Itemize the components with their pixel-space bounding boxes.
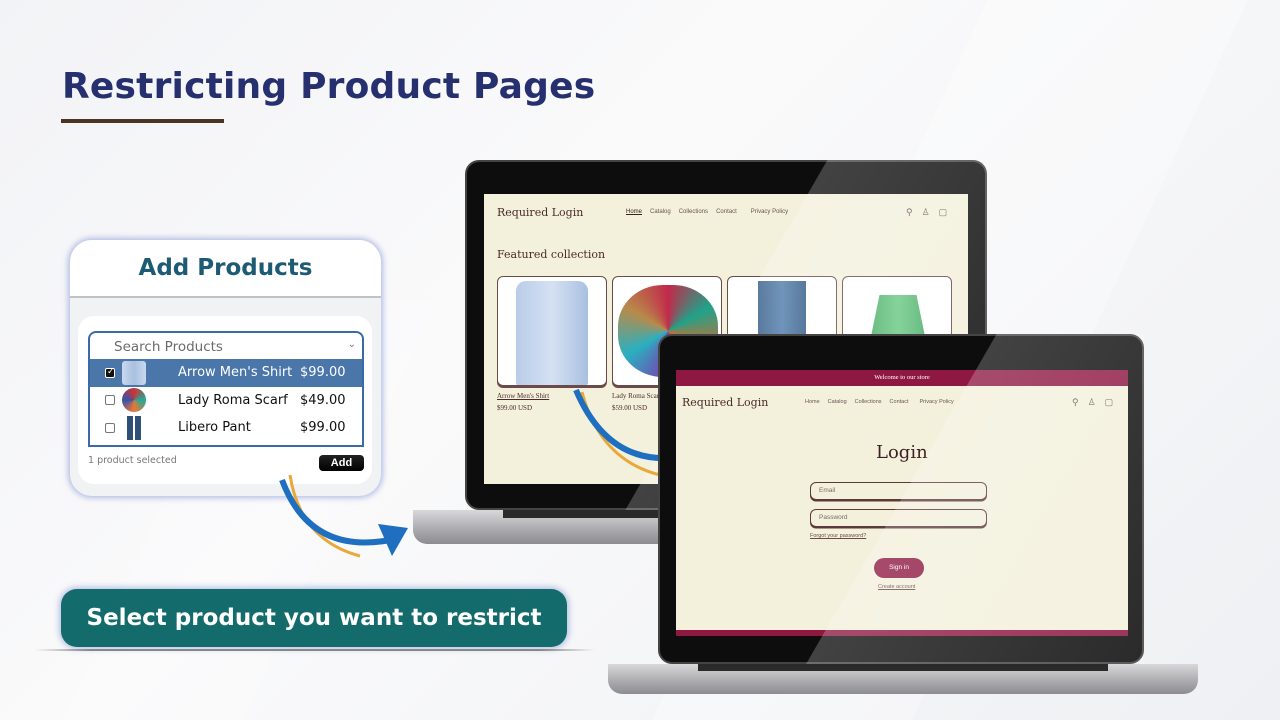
nav-contact[interactable]: Contact xyxy=(890,399,909,405)
announcement-bar: Welcome to our store xyxy=(676,370,1128,386)
nav-privacy-policy[interactable]: Privacy Policy xyxy=(920,399,954,405)
store-header-icons: ⚲ ♙ ▢ xyxy=(1072,397,1113,408)
password-field[interactable]: Password xyxy=(810,509,987,527)
laptop-hinge xyxy=(698,664,1108,671)
store-login-screen: Welcome to our store Required Login Home… xyxy=(676,370,1128,636)
laptop-login: Welcome to our store Required Login Home… xyxy=(608,334,1198,699)
forgot-password-link[interactable]: Forgot your password? xyxy=(810,533,866,539)
search-icon[interactable]: ⚲ xyxy=(1072,397,1079,408)
nav-collections[interactable]: Collections xyxy=(855,399,882,405)
instruction-banner: Select product you want to restrict xyxy=(61,589,567,647)
sign-in-button[interactable]: Sign in xyxy=(874,558,924,578)
store-nav: Home Catalog Collections Contact Privacy… xyxy=(805,399,962,405)
store-logo[interactable]: Required Login xyxy=(682,396,768,409)
footer-bar xyxy=(676,630,1128,636)
create-account-link[interactable]: Create account xyxy=(878,584,915,590)
cart-icon[interactable]: ▢ xyxy=(1105,397,1114,408)
banner-underline xyxy=(35,649,595,651)
email-field[interactable]: Email xyxy=(810,482,987,500)
nav-catalog[interactable]: Catalog xyxy=(828,399,847,405)
account-icon[interactable]: ♙ xyxy=(1088,397,1096,408)
nav-home[interactable]: Home xyxy=(805,399,820,405)
login-title: Login xyxy=(876,442,928,463)
